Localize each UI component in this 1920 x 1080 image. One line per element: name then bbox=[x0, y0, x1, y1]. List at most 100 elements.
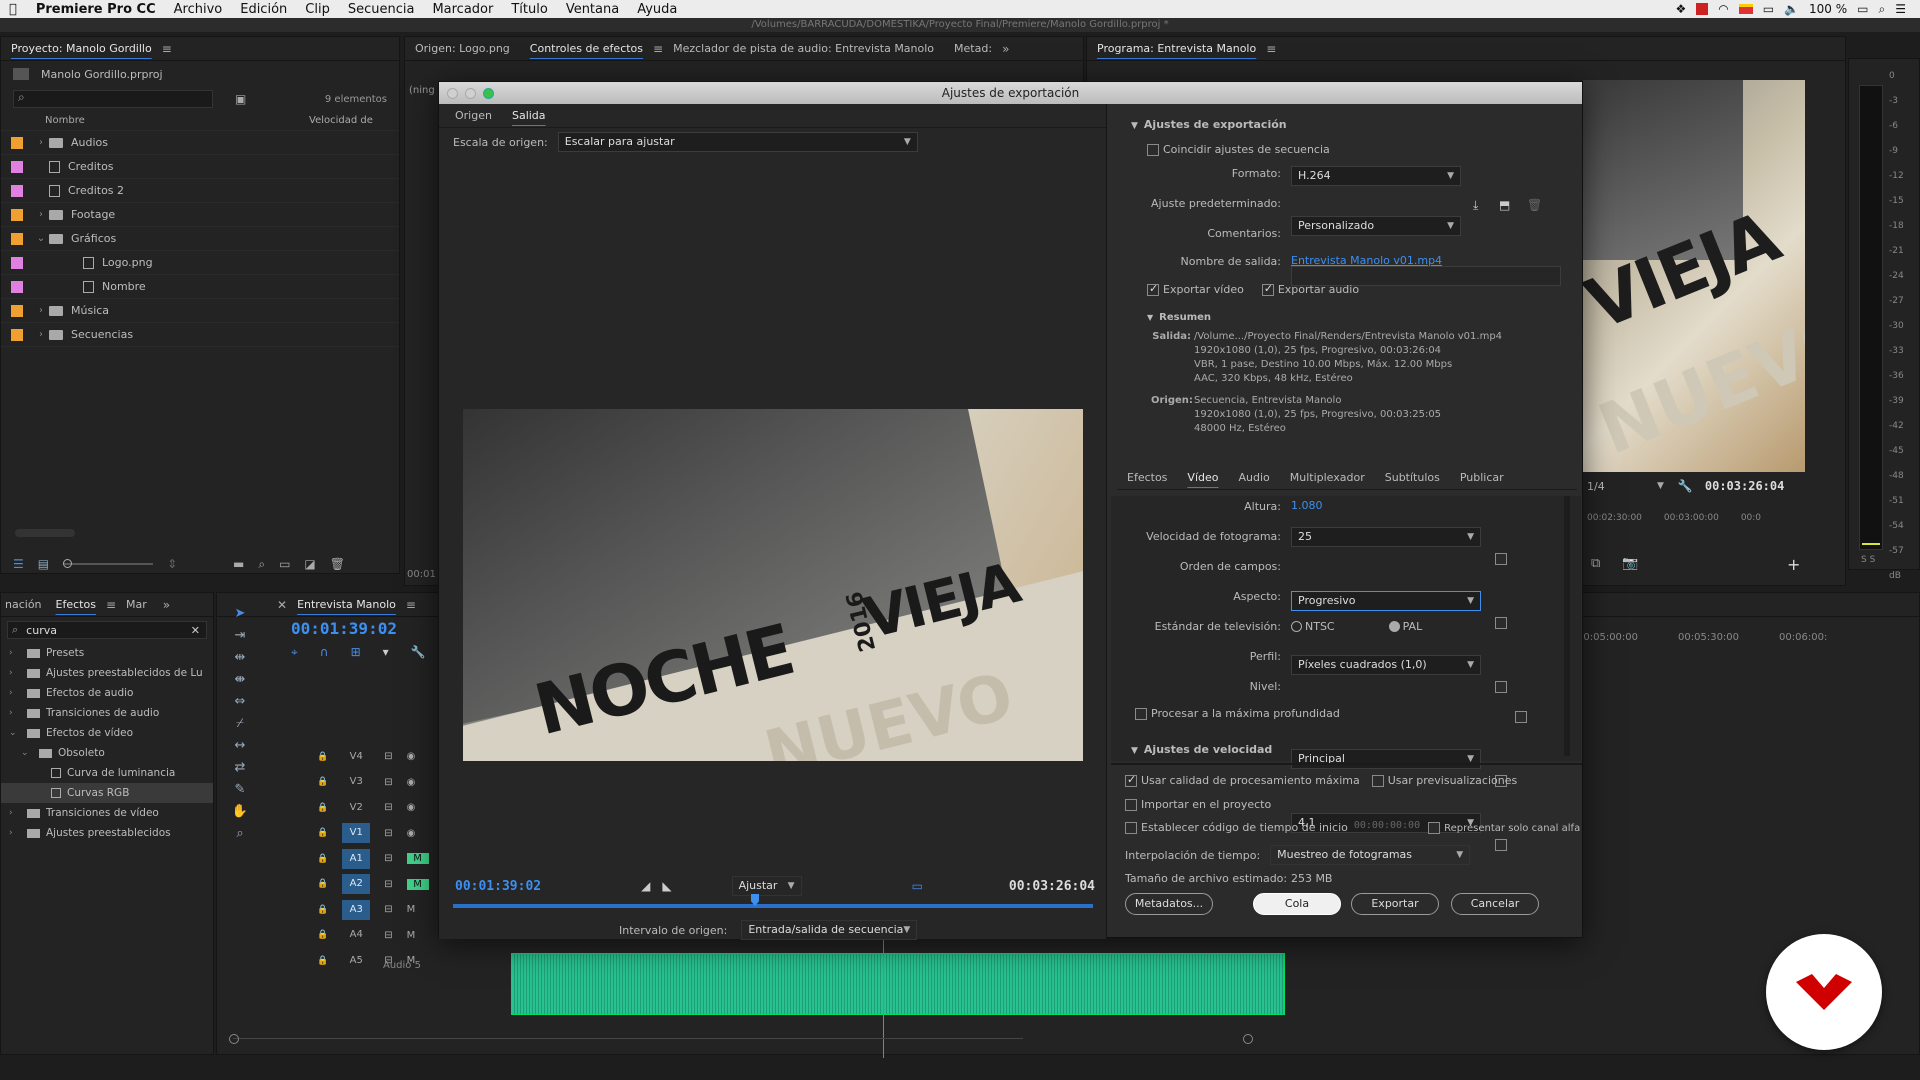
chevron-right-icon[interactable]: › bbox=[9, 708, 21, 718]
ntsc-option[interactable]: NTSC bbox=[1291, 619, 1335, 633]
selection-tool-icon[interactable]: ➤ bbox=[229, 603, 251, 625]
timeline-ruler[interactable]: 00:05:00:00 00:05:30:00 00:06:00: bbox=[1577, 632, 1917, 643]
format-select[interactable]: H.264 ▼ bbox=[1291, 166, 1461, 186]
project-item-creditos-2[interactable]: Creditos 2 bbox=[1, 179, 399, 203]
tab-origen[interactable]: Origen bbox=[445, 105, 502, 127]
eye-icon[interactable]: ◉ bbox=[407, 828, 416, 839]
dialog-titlebar[interactable]: Ajustes de exportación bbox=[439, 82, 1582, 104]
automate-icon[interactable]: ▬ bbox=[233, 557, 244, 572]
close-window-icon[interactable] bbox=[447, 88, 458, 99]
dropbox-icon[interactable]: ❖ bbox=[1675, 2, 1686, 16]
lock-icon[interactable]: 🔒 bbox=[317, 803, 328, 813]
track-header[interactable]: 🔒 V1 ⊟ ◉ bbox=[287, 821, 437, 847]
effects-tree-item[interactable]: Curva de luminancia bbox=[1, 763, 213, 783]
close-tab-icon[interactable]: ✕ bbox=[277, 598, 287, 612]
chevron-right-icon[interactable]: › bbox=[33, 305, 49, 316]
zoom-window-icon[interactable] bbox=[483, 88, 494, 99]
chevron-right-icon[interactable]: › bbox=[9, 808, 21, 818]
project-search-input[interactable]: ⌕ bbox=[13, 90, 213, 108]
track-label[interactable]: A2 bbox=[342, 874, 371, 895]
field-order-select[interactable]: Progresivo ▼ bbox=[1291, 591, 1481, 611]
project-item-graficos[interactable]: ⌄ Gráficos bbox=[1, 227, 399, 251]
export-video-option[interactable]: Exportar vídeo bbox=[1147, 282, 1244, 296]
program-ruler[interactable]: 00:02:30:00 00:03:00:00 00:0 bbox=[1587, 513, 1807, 527]
set-in-icon[interactable]: ◢ bbox=[641, 879, 650, 893]
max-quality-option[interactable]: Usar calidad de procesamiento máxima bbox=[1125, 773, 1360, 787]
menu-app-name[interactable]: Premiere Pro CC bbox=[26, 2, 165, 17]
export-settings-section[interactable]: ▼ Ajustes de exportación bbox=[1131, 118, 1287, 131]
overflow-icon[interactable]: » bbox=[163, 598, 170, 612]
fps-select[interactable]: 25 ▼ bbox=[1291, 527, 1481, 547]
menu-titulo[interactable]: Título bbox=[502, 2, 556, 17]
tab-salida[interactable]: Salida bbox=[502, 105, 556, 127]
track-label[interactable]: V2 bbox=[342, 798, 370, 818]
track-label[interactable]: A4 bbox=[342, 925, 370, 945]
chevron-right-icon[interactable]: › bbox=[33, 137, 49, 148]
sync-lock-icon[interactable]: ⊟ bbox=[384, 802, 392, 813]
chevron-right-icon[interactable]: › bbox=[33, 329, 49, 340]
mute-button[interactable]: M bbox=[406, 853, 429, 865]
new-bin-icon[interactable]: ▣ bbox=[235, 92, 246, 106]
new-bin-bottom-icon[interactable]: ▭ bbox=[279, 557, 290, 572]
panel-menu-icon[interactable]: ≡ bbox=[162, 42, 172, 56]
tab-efectos[interactable]: Efectos bbox=[1117, 467, 1177, 489]
track-label[interactable]: V3 bbox=[342, 772, 370, 792]
effects-tree-item[interactable]: Curvas RGB bbox=[1, 783, 213, 803]
source-scale-select[interactable]: Escalar para ajustar ▼ bbox=[557, 132, 918, 152]
tab-source[interactable]: Origen: Logo.png bbox=[405, 38, 520, 60]
metadata-button[interactable]: Metadatos... bbox=[1125, 893, 1213, 915]
lock-icon[interactable]: 🔒 bbox=[317, 905, 328, 915]
chevron-down-icon[interactable]: ⌄ bbox=[33, 233, 49, 244]
track-label[interactable]: A3 bbox=[342, 899, 371, 920]
apple-icon[interactable]:  bbox=[0, 2, 26, 17]
linked-selection-icon[interactable]: ⊞ bbox=[351, 645, 361, 660]
lock-icon[interactable]: 🔒 bbox=[317, 956, 328, 966]
chevron-right-icon[interactable]: › bbox=[33, 209, 49, 220]
audio-sync-icon[interactable]: ⊟ bbox=[384, 930, 392, 941]
camera-icon[interactable]: 📷 bbox=[1622, 556, 1638, 571]
wrench-icon[interactable]: 🔧 bbox=[1678, 479, 1693, 493]
new-item-icon[interactable]: ◪ bbox=[304, 557, 315, 572]
speed-section[interactable]: ▼ Ajustes de velocidad bbox=[1131, 743, 1272, 756]
zoom-slider[interactable] bbox=[63, 559, 154, 568]
export-audio-option[interactable]: Exportar audio bbox=[1261, 282, 1359, 296]
fit-select[interactable]: Ajustar ▼ bbox=[731, 876, 802, 896]
panel-menu-icon[interactable]: ≡ bbox=[406, 598, 416, 612]
delete-preset-icon[interactable]: 🗑 bbox=[1527, 198, 1542, 212]
tab-video[interactable]: Vídeo bbox=[1177, 467, 1228, 489]
match-seq-checkbox[interactable] bbox=[1147, 143, 1159, 156]
nest-icon[interactable]: ⌖ bbox=[291, 645, 298, 660]
menu-archivo[interactable]: Archivo bbox=[165, 2, 232, 17]
project-item-nombre[interactable]: Nombre bbox=[1, 275, 399, 299]
rolling-edit-icon[interactable]: ⇼ bbox=[229, 669, 251, 691]
overflow-icon[interactable]: » bbox=[1002, 42, 1009, 56]
track-select-icon[interactable]: ⇥ bbox=[229, 625, 251, 647]
aspect-select[interactable]: Píxeles cuadrados (1,0) ▼ bbox=[1291, 655, 1481, 675]
interp-select[interactable]: Muestreo de fotogramas ▼ bbox=[1270, 845, 1471, 865]
project-item-logo[interactable]: Logo.png bbox=[1, 251, 399, 275]
chevron-right-icon[interactable]: › bbox=[9, 648, 21, 658]
source-range-select[interactable]: Entrada/salida de secuencia ▼ bbox=[741, 920, 918, 940]
preview-in-time[interactable]: 00:01:39:02 bbox=[455, 879, 541, 894]
lock-icon[interactable]: 🔒 bbox=[317, 930, 328, 940]
chevron-right-icon[interactable]: › bbox=[9, 668, 21, 678]
tab-informacion[interactable]: nación bbox=[1, 594, 46, 616]
menu-edicion[interactable]: Edición bbox=[231, 2, 296, 17]
height-value[interactable]: 1.080 bbox=[1291, 499, 1323, 512]
effects-tree-item[interactable]: › Efectos de audio bbox=[1, 683, 213, 703]
timecode-input[interactable]: 00:00:00:00 bbox=[1354, 820, 1420, 834]
tab-program[interactable]: Programa: Entrevista Manolo bbox=[1087, 38, 1266, 60]
import-preset-icon[interactable]: ⬒ bbox=[1499, 198, 1510, 212]
app-status-icon[interactable] bbox=[1696, 3, 1709, 15]
eye-icon[interactable]: ◉ bbox=[407, 751, 416, 762]
razor-icon[interactable]: ⌿ bbox=[229, 713, 251, 735]
eye-icon[interactable]: ◉ bbox=[407, 777, 416, 788]
scroll-handle-right[interactable] bbox=[1243, 1034, 1253, 1044]
sync-lock-icon[interactable]: ⊟ bbox=[384, 777, 392, 788]
tab-effect-controls[interactable]: Controles de efectos bbox=[520, 38, 653, 60]
mute-button[interactable]: M bbox=[407, 904, 416, 915]
track-header[interactable]: 🔒 V2 ⊟ ◉ bbox=[287, 795, 437, 821]
sync-lock-icon[interactable]: ⊟ bbox=[384, 751, 392, 762]
track-header[interactable]: 🔒 V3 ⊟ ◉ bbox=[287, 770, 437, 796]
track-header[interactable]: 🔒 V4 ⊟ ◉ bbox=[287, 744, 437, 770]
